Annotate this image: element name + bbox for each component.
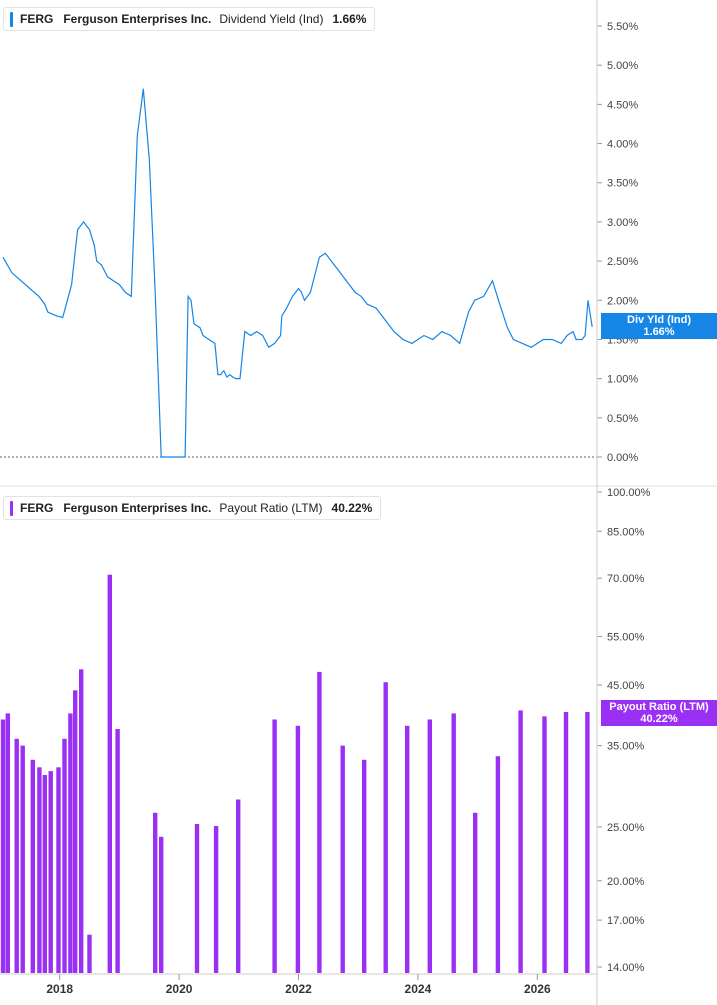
bottom-y-tick-label: 85.00% xyxy=(607,526,645,538)
bottom-y-tick-label: 17.00% xyxy=(607,915,645,927)
payout-ratio-bar[interactable] xyxy=(542,716,547,973)
top-y-tick-label: 5.50% xyxy=(607,21,638,33)
payout-ratio-bar[interactable] xyxy=(73,690,78,973)
top-legend: FERG Ferguson Enterprises Inc. Dividend … xyxy=(3,7,376,31)
payout-ratio-bar[interactable] xyxy=(383,682,388,973)
payout-ratio-bar[interactable] xyxy=(451,713,456,973)
payout-ratio-bar[interactable] xyxy=(20,745,25,973)
top-y-tick-label: 4.00% xyxy=(607,139,638,151)
bottom-y-tick-label: 20.00% xyxy=(607,876,645,888)
payout-ratio-bar[interactable] xyxy=(495,756,501,973)
payout-ratio-bar[interactable] xyxy=(0,719,6,974)
payout-ratio-bar[interactable] xyxy=(42,775,47,973)
bottom-y-tick-label: 55.00% xyxy=(607,631,645,643)
payout-ratio-bar[interactable] xyxy=(194,824,200,973)
top-y-tick-label: 5.00% xyxy=(607,60,638,72)
payout-ratio-bar[interactable] xyxy=(427,719,432,974)
payout-ratio-bar[interactable] xyxy=(272,719,277,974)
payout-ratio-bar[interactable] xyxy=(362,759,367,973)
payout-ratio-bar[interactable] xyxy=(518,710,523,973)
payout-ratio-bar[interactable] xyxy=(563,712,569,973)
payout-ratio-bar[interactable] xyxy=(79,669,84,973)
x-tick-label: 2022 xyxy=(285,982,312,996)
payout-ratio-bar[interactable] xyxy=(14,738,19,973)
payout-ratio-bar[interactable] xyxy=(87,934,92,973)
bottom-legend-ticker: FERG xyxy=(20,501,54,515)
top-y-tick-label: 0.00% xyxy=(607,452,638,464)
payout-ratio-bar[interactable] xyxy=(56,767,61,973)
payout-ratio-bar[interactable] xyxy=(473,812,478,973)
top-legend-ticker: FERG xyxy=(20,12,54,26)
payout-ratio-bar[interactable] xyxy=(30,759,35,973)
top-y-tick-label: 4.50% xyxy=(607,99,638,111)
top-y-tick-label: 2.50% xyxy=(607,256,638,268)
top-y-tick-label: 2.00% xyxy=(607,295,638,307)
bottom-y-tick-label: 35.00% xyxy=(607,741,645,753)
payout-ratio-tag-label: Payout Ratio (LTM) xyxy=(609,701,709,713)
payout-ratio-bar[interactable] xyxy=(236,799,241,974)
payout-ratio-bar[interactable] xyxy=(295,725,301,973)
bottom-legend-value: 40.22% xyxy=(331,501,373,515)
payout-ratio-bar[interactable] xyxy=(405,725,410,973)
bottom-y-tick-label: 100.00% xyxy=(607,487,651,499)
payout-ratio-bar[interactable] xyxy=(585,712,590,973)
payout-ratio-bar[interactable] xyxy=(48,771,53,973)
payout-ratio-bar[interactable] xyxy=(115,729,120,973)
bottom-legend-swatch xyxy=(10,500,13,516)
bottom-y-tick-label: 45.00% xyxy=(607,680,645,692)
payout-ratio-bar[interactable] xyxy=(317,671,322,973)
dividend-yield-tag-label: Div Yld (Ind) xyxy=(627,314,691,326)
x-tick-label: 2018 xyxy=(46,982,73,996)
bottom-y-tick-label: 70.00% xyxy=(607,573,645,585)
payout-ratio-bar[interactable] xyxy=(340,745,345,973)
payout-ratio-bar[interactable] xyxy=(159,836,164,973)
dividend-yield-value-tag: Div Yld (Ind) 1.66% xyxy=(601,313,717,339)
top-y-tick-label: 3.50% xyxy=(607,178,638,190)
x-tick-label: 2020 xyxy=(166,982,193,996)
top-legend-swatch xyxy=(10,11,13,27)
payout-ratio-bar[interactable] xyxy=(5,713,10,973)
payout-ratio-value-tag: Payout Ratio (LTM) 40.22% xyxy=(601,700,717,726)
top-legend-value: 1.66% xyxy=(332,12,367,26)
dividend-yield-line[interactable] xyxy=(2,88,593,458)
payout-ratio-bar[interactable] xyxy=(213,826,219,973)
bottom-legend-metric: Payout Ratio (LTM) xyxy=(219,501,323,515)
payout-ratio-bar[interactable] xyxy=(68,713,73,973)
x-tick-label: 2026 xyxy=(524,982,551,996)
x-tick-label: 2024 xyxy=(405,982,432,996)
payout-ratio-tag-value: 40.22% xyxy=(640,713,678,725)
top-legend-company: Ferguson Enterprises Inc. xyxy=(63,12,212,26)
payout-ratio-bar[interactable] xyxy=(37,767,42,973)
dividend-yield-tag-value: 1.66% xyxy=(643,326,675,338)
payout-ratio-bar[interactable] xyxy=(107,574,112,973)
payout-ratio-bar[interactable] xyxy=(62,738,67,973)
bottom-legend: FERG Ferguson Enterprises Inc. Payout Ra… xyxy=(3,496,382,520)
top-y-tick-label: 0.50% xyxy=(607,413,638,425)
top-legend-metric: Dividend Yield (Ind) xyxy=(219,12,324,26)
payout-ratio-bar[interactable] xyxy=(153,812,158,973)
bottom-legend-company: Ferguson Enterprises Inc. xyxy=(63,501,212,515)
bottom-y-tick-label: 14.00% xyxy=(607,962,645,974)
bottom-y-tick-label: 25.00% xyxy=(607,822,645,834)
top-y-tick-label: 3.00% xyxy=(607,217,638,229)
top-y-tick-label: 1.00% xyxy=(607,374,638,386)
